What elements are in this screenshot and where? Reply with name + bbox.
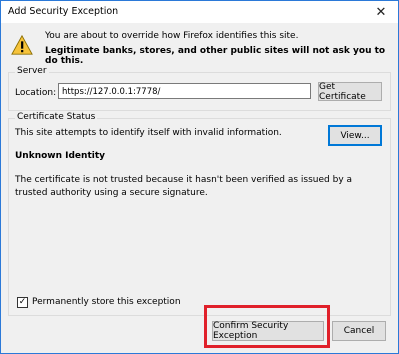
location-label: Location: [15,88,57,98]
cancel-button[interactable]: Cancel [332,321,386,341]
warning-message-bold: Legitimate banks, stores, and other publ… [45,46,386,66]
warning-icon [11,34,33,55]
location-input[interactable]: https://127.0.0.1:7778/ [58,83,311,99]
store-exception-checkbox[interactable]: ✓ [17,297,28,308]
certificate-status-group: Certificate Status [8,112,391,316]
window-title: Add Security Exception [8,6,119,17]
close-icon[interactable]: ✕ [366,1,396,23]
warning-message: You are about to override how Firefox id… [45,31,299,41]
confirm-security-exception-button[interactable]: Confirm Security Exception [212,321,324,341]
view-button[interactable]: View... [328,125,382,146]
certificate-status-legend: Certificate Status [15,112,98,122]
get-certificate-button[interactable]: Get Certificate [318,82,382,102]
unknown-identity-heading: Unknown Identity [15,151,106,161]
title-bar: Add Security Exception ✕ [1,1,398,23]
status-info-text: This site attempts to identify itself wi… [15,128,282,138]
server-legend: Server [15,66,49,76]
checkmark-icon: ✓ [18,297,27,307]
store-exception-label[interactable]: Permanently store this exception [32,297,181,307]
status-details-text: The certificate is not trusted because i… [15,175,353,198]
add-security-exception-dialog: Add Security Exception ✕ You are about t… [0,0,399,354]
